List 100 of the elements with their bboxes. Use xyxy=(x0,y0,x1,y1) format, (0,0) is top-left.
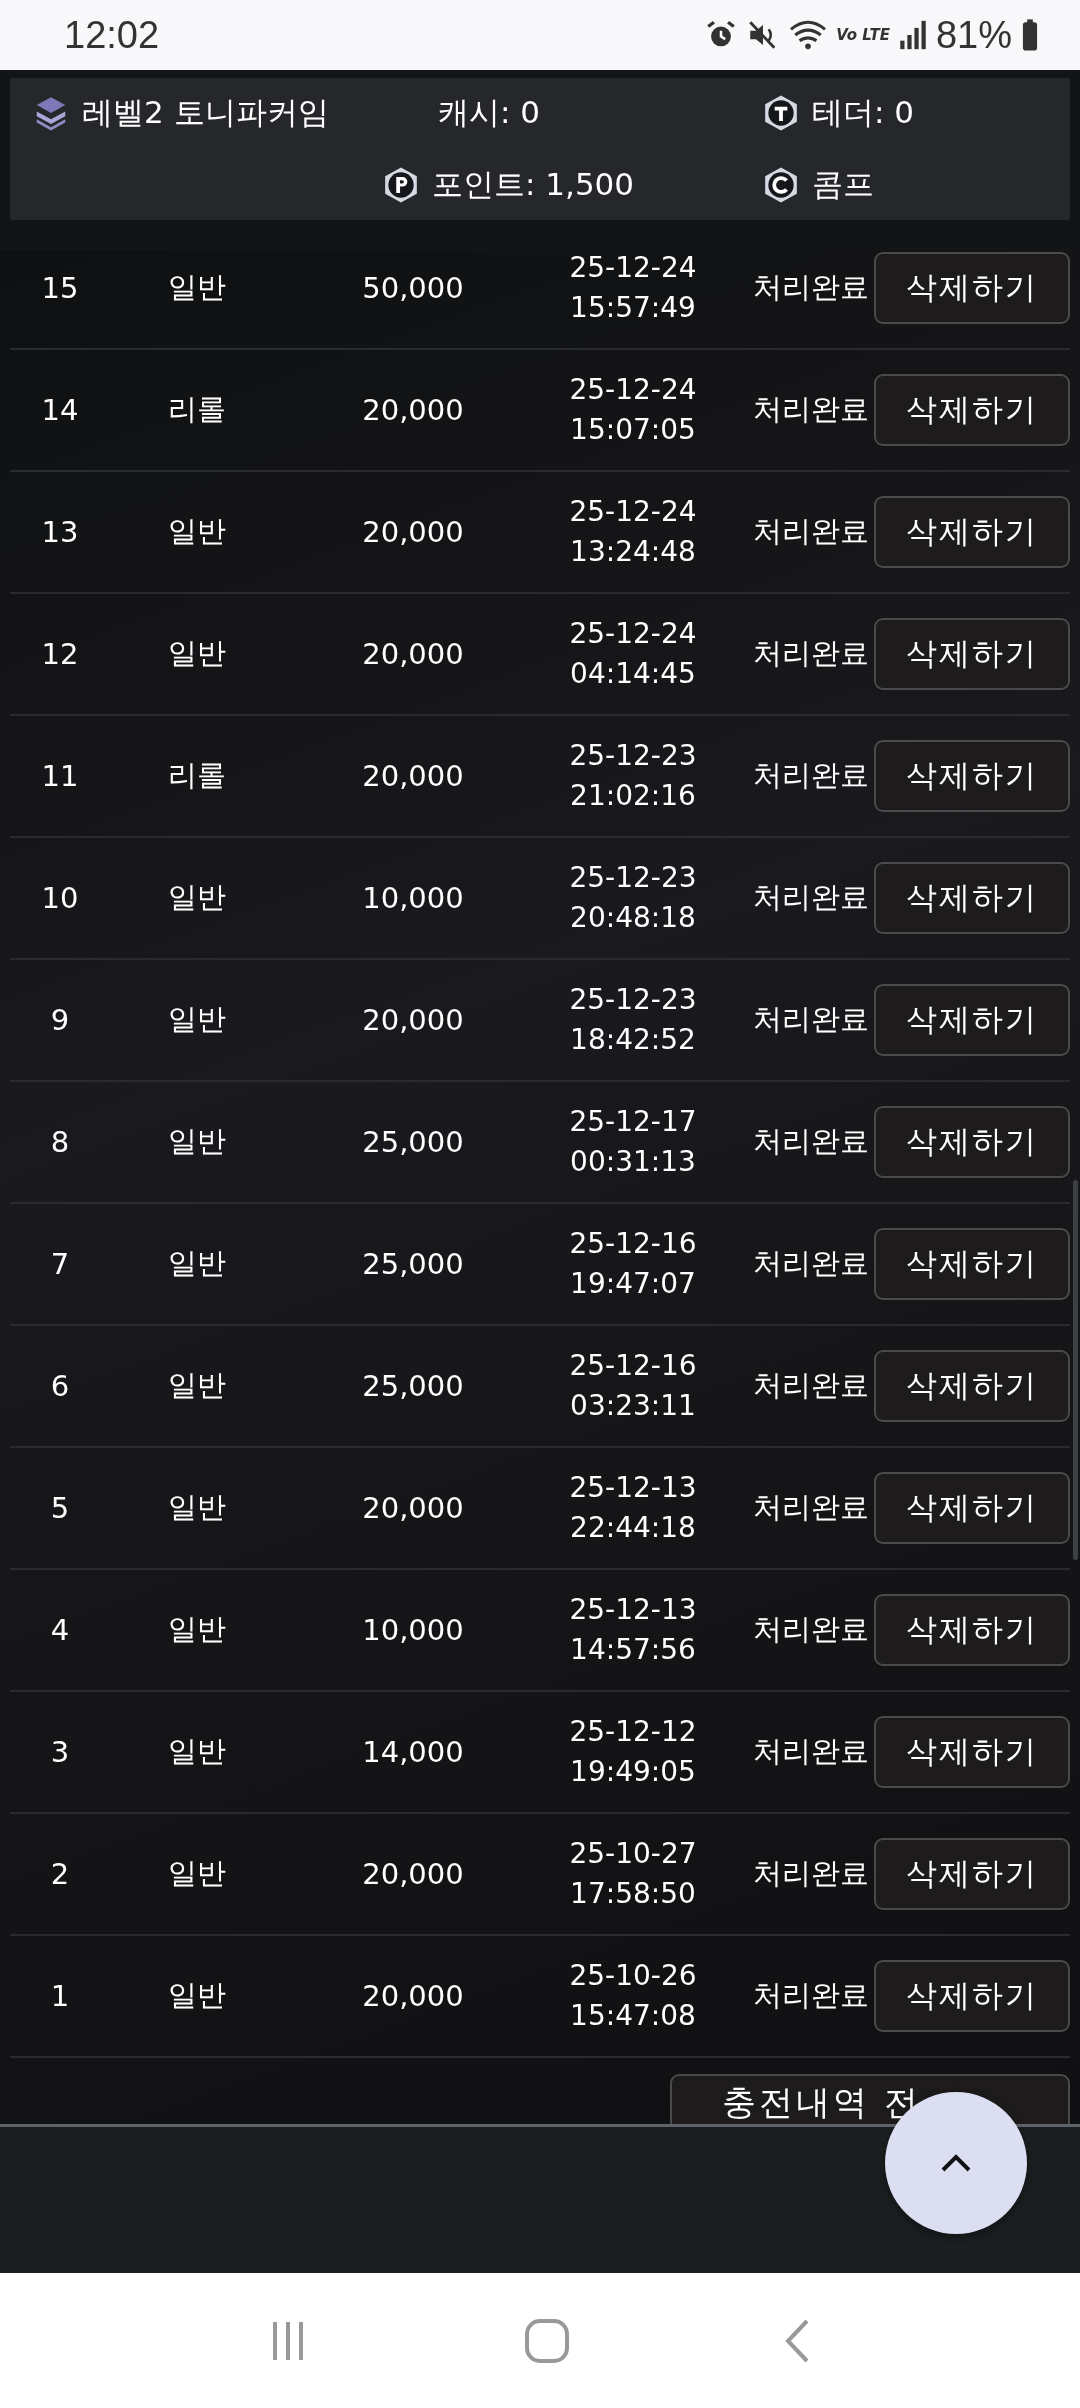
row-number: 12 xyxy=(40,637,80,671)
delete-button[interactable]: 삭제하기 xyxy=(874,1350,1070,1422)
charge-date: 25-12-23 xyxy=(569,738,697,774)
charge-type: 일반 xyxy=(167,1855,227,1892)
row-number: 10 xyxy=(40,881,80,915)
charge-status: 처리완료 xyxy=(752,1733,870,1770)
charge-amount: 10,000 xyxy=(361,881,465,915)
charge-date: 25-12-24 xyxy=(569,372,697,408)
charge-type: 일반 xyxy=(167,1489,227,1526)
charge-type: 일반 xyxy=(167,1611,227,1648)
charge-date: 25-12-24 xyxy=(569,250,697,286)
battery-percent: 81% xyxy=(935,13,1012,57)
charge-amount: 14,000 xyxy=(361,1735,465,1769)
charge-date: 25-10-27 xyxy=(569,1836,697,1872)
delete-button[interactable]: 삭제하기 xyxy=(874,984,1070,1056)
delete-button[interactable]: 삭제하기 xyxy=(874,740,1070,812)
charge-time: 22:44:18 xyxy=(570,1510,696,1546)
row-number: 6 xyxy=(49,1369,71,1403)
delete-button[interactable]: 삭제하기 xyxy=(874,1228,1070,1300)
charge-time: 19:47:07 xyxy=(570,1266,696,1302)
row-number: 14 xyxy=(40,393,80,427)
charge-amount: 50,000 xyxy=(361,271,465,305)
delete-button[interactable]: 삭제하기 xyxy=(874,1716,1070,1788)
charge-type: 일반 xyxy=(167,1245,227,1282)
charge-amount: 20,000 xyxy=(361,759,465,793)
hexagon-c-icon xyxy=(762,166,800,204)
charge-type: 일반 xyxy=(167,1001,227,1038)
charge-date: 25-12-17 xyxy=(569,1104,697,1140)
charge-date: 25-12-24 xyxy=(569,494,697,530)
charge-amount: 20,000 xyxy=(361,1491,465,1525)
charge-time: 19:49:05 xyxy=(570,1754,696,1790)
battery-icon xyxy=(1020,18,1040,52)
charge-status: 처리완료 xyxy=(752,1367,870,1404)
wifi-icon xyxy=(788,18,829,52)
charge-status: 처리완료 xyxy=(752,1855,870,1892)
delete-button[interactable]: 삭제하기 xyxy=(874,496,1070,568)
delete-button[interactable]: 삭제하기 xyxy=(874,374,1070,446)
row-number: 9 xyxy=(49,1003,71,1037)
chevron-up-icon xyxy=(939,2152,973,2174)
charge-amount: 20,000 xyxy=(361,1857,465,1891)
charge-type: 리롤 xyxy=(167,391,227,428)
charge-date: 25-10-26 xyxy=(569,1958,697,1994)
charge-status: 처리완료 xyxy=(752,269,870,306)
charge-time: 17:58:50 xyxy=(570,1876,696,1912)
charge-status: 처리완료 xyxy=(752,1001,870,1038)
charge-date: 25-12-13 xyxy=(569,1592,697,1628)
delete-button[interactable]: 삭제하기 xyxy=(874,862,1070,934)
points-balance: 포인트: 1,500 xyxy=(432,165,635,204)
charge-status: 처리완료 xyxy=(752,1611,870,1648)
delete-button[interactable]: 삭제하기 xyxy=(874,1838,1070,1910)
charge-date: 25-12-24 xyxy=(569,616,697,652)
delete-button[interactable]: 삭제하기 xyxy=(874,618,1070,690)
charge-status: 처리완료 xyxy=(752,1977,870,2014)
row-number: 4 xyxy=(49,1613,71,1647)
row-number: 1 xyxy=(49,1979,71,2013)
signal-icon xyxy=(897,18,928,52)
row-number: 15 xyxy=(40,271,80,305)
charge-date: 25-12-23 xyxy=(569,982,697,1018)
clock-time: 12:02 xyxy=(64,13,160,57)
cash-balance: 캐시: 0 xyxy=(438,93,541,132)
charge-time: 15:47:08 xyxy=(570,1998,696,2034)
charge-amount: 25,000 xyxy=(361,1125,465,1159)
charge-status: 처리완료 xyxy=(752,1245,870,1282)
row-number: 13 xyxy=(40,515,80,549)
charge-type: 일반 xyxy=(167,1733,227,1770)
charge-status: 처리완료 xyxy=(752,1123,870,1160)
delete-button[interactable]: 삭제하기 xyxy=(874,1960,1070,2032)
charge-status: 처리완료 xyxy=(752,391,870,428)
charge-date: 25-12-16 xyxy=(569,1226,697,1262)
delete-button[interactable]: 삭제하기 xyxy=(874,252,1070,324)
charge-amount: 20,000 xyxy=(361,1003,465,1037)
charge-date: 25-12-23 xyxy=(569,860,697,896)
charge-type: 리롤 xyxy=(167,757,227,794)
row-number: 3 xyxy=(49,1735,71,1769)
charge-time: 21:02:16 xyxy=(570,778,696,814)
delete-button[interactable]: 삭제하기 xyxy=(874,1106,1070,1178)
charge-status: 처리완료 xyxy=(752,635,870,672)
charge-time: 13:24:48 xyxy=(570,534,696,570)
charge-type: 일반 xyxy=(167,513,227,550)
charge-amount: 25,000 xyxy=(361,1247,465,1281)
charge-amount: 25,000 xyxy=(361,1369,465,1403)
row-number: 8 xyxy=(49,1125,71,1159)
charge-amount: 20,000 xyxy=(361,393,465,427)
charge-time: 15:57:49 xyxy=(570,290,696,326)
delete-button[interactable]: 삭제하기 xyxy=(874,1472,1070,1544)
charge-type: 일반 xyxy=(167,1367,227,1404)
charge-status: 처리완료 xyxy=(752,513,870,550)
row-number: 5 xyxy=(49,1491,71,1525)
charge-amount: 20,000 xyxy=(361,515,465,549)
charge-amount: 20,000 xyxy=(361,1979,465,2013)
hexagon-t-icon xyxy=(762,94,800,132)
home-icon xyxy=(524,2317,570,2364)
charge-time: 00:31:13 xyxy=(570,1144,696,1180)
hexagon-p-icon xyxy=(382,166,420,204)
volte-label: Vo LTE xyxy=(836,26,890,44)
charge-status: 처리완료 xyxy=(752,757,870,794)
charge-time: 03:23:11 xyxy=(570,1388,696,1424)
delete-button[interactable]: 삭제하기 xyxy=(874,1594,1070,1666)
charge-type: 일반 xyxy=(167,1123,227,1160)
charge-time: 20:48:18 xyxy=(570,900,696,936)
